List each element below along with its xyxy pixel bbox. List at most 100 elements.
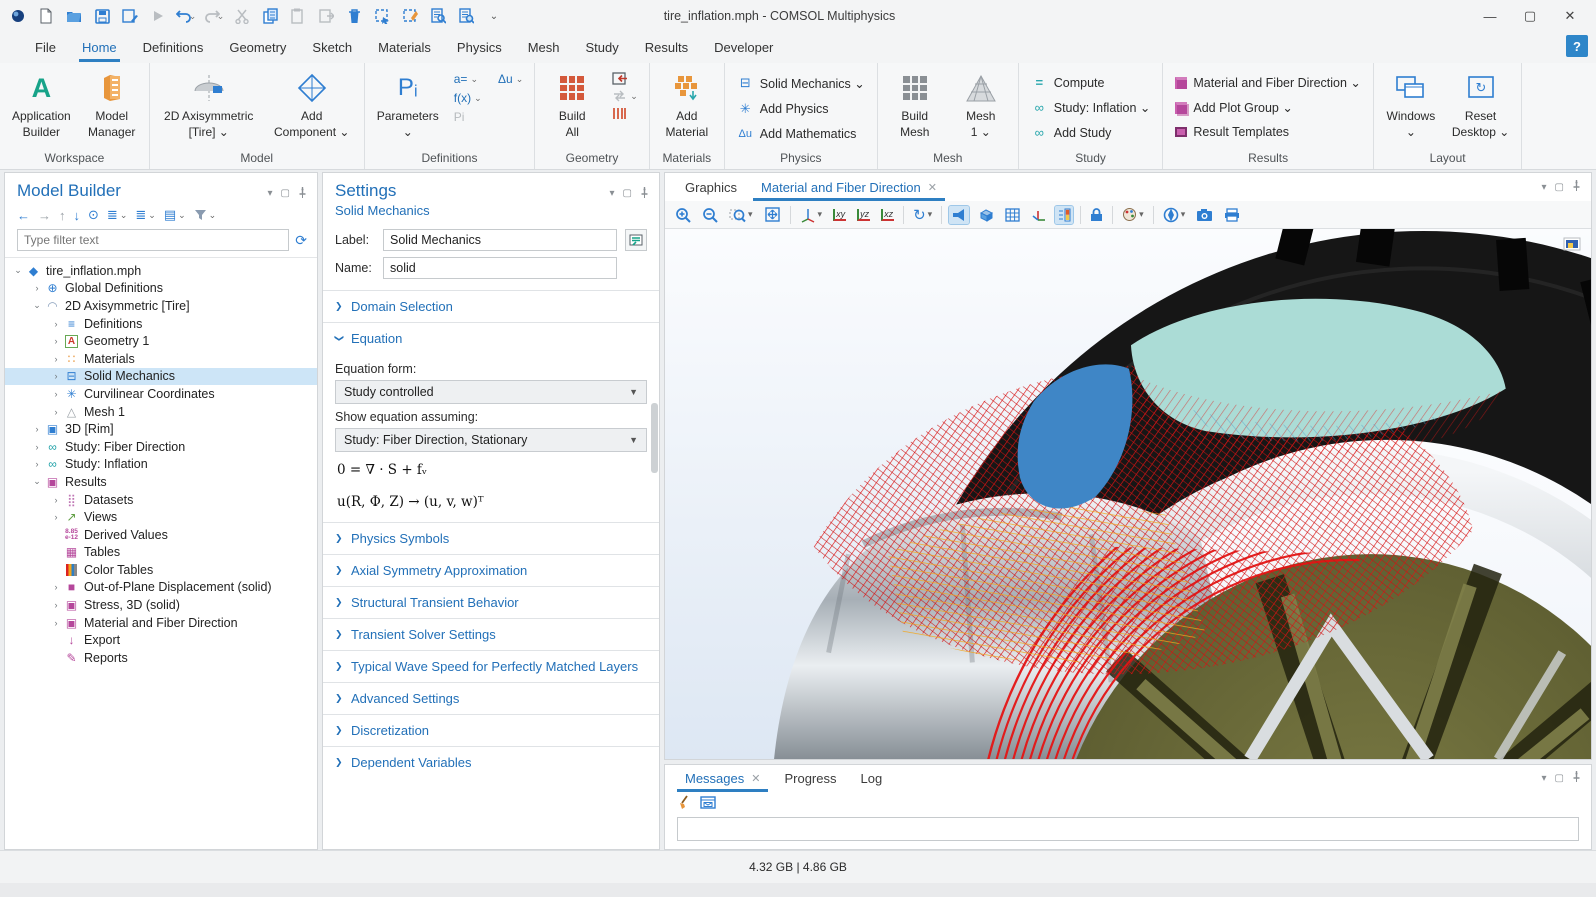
tree-item[interactable]: ›▣Material and Fiber Direction: [5, 614, 317, 632]
add-physics-button[interactable]: ✳Add Physics: [731, 99, 871, 119]
float-panel-icon[interactable]: ▢: [623, 188, 632, 199]
find-results-button[interactable]: [454, 5, 478, 27]
material-fiber-direction-dropdown[interactable]: Material and Fiber Direction ⌄: [1169, 73, 1366, 92]
zoom-in-icon[interactable]: [673, 205, 693, 225]
menu-developer[interactable]: Developer: [701, 34, 786, 61]
tree-item[interactable]: ✎Reports: [5, 649, 317, 667]
environment-icon[interactable]: ▾: [1161, 205, 1188, 225]
tree-expander[interactable]: ⌄: [30, 300, 44, 311]
tree-item[interactable]: ›△Mesh 1: [5, 403, 317, 421]
menu-mesh[interactable]: Mesh: [515, 34, 573, 61]
virtual-operations-button[interactable]: [607, 106, 643, 121]
menu-file[interactable]: File: [22, 34, 69, 61]
section-advanced-settings[interactable]: ❯Advanced Settings: [323, 682, 659, 714]
view-yz-icon[interactable]: yz: [855, 207, 872, 223]
model-manager-button[interactable]: Model Manager: [81, 67, 143, 144]
open-file-button[interactable]: [62, 5, 86, 27]
tree-expander[interactable]: ›: [49, 618, 63, 628]
pin-panel-icon[interactable]: [1572, 771, 1581, 785]
section-dependent-variables[interactable]: ❯Dependent Variables: [323, 746, 659, 778]
graphics-canvas[interactable]: [665, 229, 1591, 759]
pin-panel-icon[interactable]: [298, 187, 307, 201]
cut-button[interactable]: [230, 5, 254, 27]
select-box-button[interactable]: [370, 5, 394, 27]
lock-view-icon[interactable]: [1088, 206, 1105, 224]
menu-materials[interactable]: Materials: [365, 34, 444, 61]
tab-progress[interactable]: Progress: [774, 767, 846, 790]
section-discretization[interactable]: ❯Discretization: [323, 714, 659, 746]
tab-log[interactable]: Log: [851, 767, 893, 790]
paste-button[interactable]: [286, 5, 310, 27]
customize-toolbar-button[interactable]: ⌄: [482, 5, 506, 27]
minimize-button[interactable]: —: [1470, 2, 1510, 30]
tree-item[interactable]: ›⊟Solid Mechanics: [5, 368, 317, 386]
tree-expander[interactable]: ›: [49, 336, 63, 346]
move-up-button[interactable]: ↑: [59, 208, 66, 223]
add-study-button[interactable]: ∞Add Study: [1025, 123, 1157, 142]
save-button[interactable]: [90, 5, 114, 27]
section-axial-symmetry-approximation[interactable]: ❯Axial Symmetry Approximation: [323, 554, 659, 586]
tree-item[interactable]: ↓Export: [5, 631, 317, 649]
tab-graphics[interactable]: Graphics: [675, 176, 747, 199]
panel-menu-icon[interactable]: ▾: [1542, 182, 1547, 193]
compute-button[interactable]: =Compute: [1025, 73, 1157, 92]
menu-home[interactable]: Home: [69, 34, 130, 61]
view-xz-icon[interactable]: xz: [879, 207, 896, 223]
windows-button[interactable]: Windows ⌄: [1380, 67, 1442, 144]
section-physics-symbols[interactable]: ❯Physics Symbols: [323, 522, 659, 554]
tree-expander[interactable]: ›: [49, 389, 63, 399]
section-equation[interactable]: ❯Equation: [323, 322, 659, 354]
tree-expander[interactable]: ›: [49, 600, 63, 610]
expand-all-button[interactable]: ≣⌄: [135, 207, 155, 223]
plot-thumbnail-icon[interactable]: [1563, 237, 1581, 251]
axisymmetric-tire-button[interactable]: 2D Axisymmetric [Tire] ⌄: [156, 67, 262, 144]
section-structural-transient-behavior[interactable]: ❯Structural Transient Behavior: [323, 586, 659, 618]
menu-definitions[interactable]: Definitions: [130, 34, 217, 61]
panel-menu-icon[interactable]: ▾: [1542, 773, 1547, 784]
section-typical-wave-speed-for-perfectly-matched-layers[interactable]: ❯Typical Wave Speed for Perfectly Matche…: [323, 650, 659, 682]
tree-item[interactable]: ›↗Views: [5, 508, 317, 526]
tree-item[interactable]: ›∞Study: Inflation: [5, 456, 317, 474]
refresh-filter-icon[interactable]: ⟳: [295, 232, 307, 249]
tree-item[interactable]: Color Tables: [5, 561, 317, 579]
zoom-extents-icon[interactable]: [762, 204, 783, 225]
float-panel-icon[interactable]: ▢: [1555, 773, 1564, 784]
tree-item[interactable]: ›∞Study: Fiber Direction: [5, 438, 317, 456]
show-toggle-button[interactable]: ⊙: [88, 207, 99, 223]
tree-item[interactable]: 8.85 e-12Derived Values: [5, 526, 317, 544]
add-plot-group-dropdown[interactable]: Add Plot Group ⌄: [1169, 98, 1366, 117]
result-templates-button[interactable]: Result Templates: [1169, 123, 1366, 141]
close-tab-icon[interactable]: ✕: [751, 772, 760, 785]
copy-button[interactable]: [258, 5, 282, 27]
default-view-icon[interactable]: ▾: [798, 205, 825, 225]
study-inflation-dropdown[interactable]: ∞Study: Inflation ⌄: [1025, 98, 1157, 117]
print-icon[interactable]: [1222, 206, 1242, 224]
tree-expander[interactable]: ›: [30, 424, 44, 434]
solid-mechanics-dropdown[interactable]: ⊟Solid Mechanics ⌄: [731, 73, 871, 93]
section-transient-solver-settings[interactable]: ❯Transient Solver Settings: [323, 618, 659, 650]
variables-button[interactable]: a=⌄: [449, 71, 483, 87]
tree-item[interactable]: ›∷Materials: [5, 350, 317, 368]
tree-expander[interactable]: ›: [49, 512, 63, 522]
menu-results[interactable]: Results: [632, 34, 701, 61]
tree-item[interactable]: ›⣿Datasets: [5, 491, 317, 509]
view-xy-icon[interactable]: xy: [831, 207, 848, 223]
tree-expander[interactable]: ›: [49, 495, 63, 505]
duplicate-button[interactable]: [314, 5, 338, 27]
back-button[interactable]: ←: [17, 208, 30, 223]
show-equation-dropdown[interactable]: Study: Fiber Direction, Stationary▼: [335, 428, 647, 452]
menu-sketch[interactable]: Sketch: [299, 34, 365, 61]
tree-expander[interactable]: ›: [49, 354, 63, 364]
tree-item[interactable]: ›⊕Global Definitions: [5, 280, 317, 298]
save-as-button[interactable]: [118, 5, 142, 27]
equation-form-dropdown[interactable]: Study controlled▼: [335, 380, 647, 404]
parameter-case-button[interactable]: Pi: [449, 109, 528, 125]
color-legend-icon[interactable]: [1055, 206, 1073, 224]
show-grid-icon[interactable]: [1003, 206, 1022, 224]
pin-panel-icon[interactable]: [1572, 180, 1581, 194]
color-theme-icon[interactable]: ▾: [1120, 205, 1146, 224]
tree-item[interactable]: ⌄◠2D Axisymmetric [Tire]: [5, 297, 317, 315]
name-input[interactable]: [383, 257, 617, 279]
tree-expander[interactable]: ›: [49, 319, 63, 329]
float-panel-icon[interactable]: ▢: [1555, 182, 1564, 193]
